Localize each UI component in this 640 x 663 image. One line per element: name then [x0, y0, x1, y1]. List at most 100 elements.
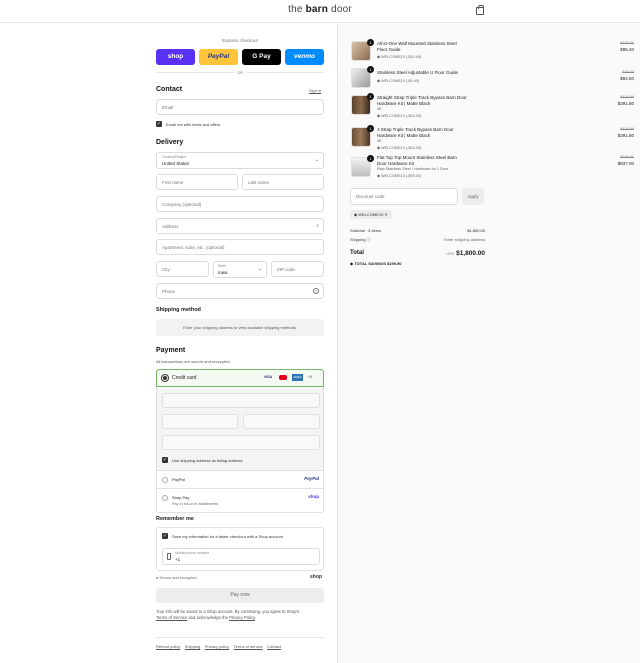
company-field[interactable]: Company (optional) [156, 196, 324, 212]
discount-code-field[interactable]: Discount code [350, 188, 458, 205]
newsletter-label: Email me with news and offers [166, 122, 221, 127]
zip-field[interactable]: ZIP code [271, 261, 324, 277]
state-select[interactable]: State Iowa ⌄ [213, 261, 267, 278]
mastercard-icon: MC [279, 375, 287, 380]
total-label: Total [350, 250, 364, 256]
terms-of-service-link[interactable]: Terms of Service [156, 615, 187, 620]
subtotal-label: Subtotal · 5 items [350, 228, 382, 233]
security-code-field[interactable] [243, 414, 320, 429]
paypal-option[interactable]: PayPal PayPal [156, 471, 324, 489]
cart-item: 1 J-Strap Triple Track Bypass Barn Door … [351, 125, 640, 157]
paypal-radio [162, 477, 168, 483]
apartment-field[interactable]: Apartment, suite, etc. (optional) [156, 239, 324, 255]
shipping-link[interactable]: Shipping [185, 644, 201, 649]
footer-links: Refund policy Shipping Privacy policy Te… [156, 644, 281, 649]
paypal-logo: PayPal [304, 476, 319, 481]
delivery-heading: Delivery [156, 139, 184, 146]
billing-same-checkbox[interactable]: ✓ [162, 457, 168, 463]
contact-link[interactable]: Contact [267, 644, 281, 649]
original-price: $930.00 [620, 155, 634, 159]
shipping-method-message: Enter your shipping address to view avai… [156, 319, 324, 336]
subtotal-value: $1,800.00 [467, 228, 485, 233]
store-logo[interactable]: the barn door [0, 4, 640, 15]
address-field[interactable]: Address ⌕ [156, 218, 324, 234]
legal-text: Your info will be saved to a Shop accoun… [156, 609, 300, 620]
variant-label: Raw Stainless Steel / Hardware for 1 Doo… [377, 167, 449, 171]
shop-pay-radio [162, 495, 168, 501]
chevron-down-icon: ⌄ [257, 266, 262, 272]
card-details-panel: ✓ Use shipping address as billing addres… [156, 387, 324, 471]
privacy-policy-link[interactable]: Privacy Policy [229, 615, 255, 620]
tag-icon: ◆ [377, 146, 380, 150]
quantity-badge: 1 [367, 155, 374, 162]
phone-icon [167, 553, 171, 560]
discount-line: ◆ WELCOME10 (-$43.49) [377, 146, 422, 150]
product-image: 1 [351, 93, 374, 115]
save-info-label: Save my information for a faster checkou… [172, 534, 283, 539]
discount-line: ◆ WELCOME10 (-$43.49) [377, 114, 422, 118]
product-image: 1 [351, 39, 374, 61]
city-field[interactable]: City [156, 261, 209, 277]
product-image: 1 [351, 66, 374, 88]
original-price: $94.00 [622, 70, 634, 74]
cart-item: 1 Stainless Steel Adjustable U Floor Gui… [351, 66, 640, 93]
shopping-bag-icon[interactable] [476, 5, 484, 15]
apply-button[interactable]: Apply [462, 188, 484, 205]
remove-discount-icon[interactable]: ✕ [384, 212, 387, 217]
sign-in-link[interactable]: Sign in [309, 88, 321, 93]
product-name: Stainless Steel Adjustable U Floor Guide [377, 70, 459, 75]
phone-field[interactable]: Phone? [156, 283, 324, 299]
last-name-field[interactable]: Last name [242, 174, 324, 190]
shipping-value: Enter shipping address [444, 237, 485, 242]
email-field[interactable]: Email [156, 99, 324, 115]
product-name: J-Strap Triple Track Bypass Barn Door Ha… [377, 127, 454, 138]
more-cards-badge: +5 [308, 375, 312, 379]
shop-pay-option[interactable]: Shop Pay Pay in full or in installments … [156, 489, 324, 513]
lock-icon: ● [156, 576, 159, 580]
secure-label: ● Secure and encrypted [156, 576, 197, 580]
quantity-badge: 1 [367, 125, 374, 132]
product-image: 1 [351, 155, 374, 177]
shop-pay-button[interactable]: shop [156, 49, 195, 65]
contact-heading: Contact [156, 86, 183, 93]
newsletter-checkbox[interactable]: ✓ [156, 121, 162, 127]
product-name: Flat Top Top Mount Stainless Steel Barn … [377, 155, 457, 166]
item-price: $95.40 [620, 47, 634, 52]
card-number-field[interactable] [162, 393, 320, 408]
tag-icon: ◆ [377, 79, 380, 83]
country-select[interactable]: Country/Region United States ⌄ [156, 152, 324, 169]
save-info-checkbox[interactable]: ✓ [162, 533, 168, 539]
total-savings: ◆ TOTAL SAVINGS $199.90 [350, 261, 402, 266]
applied-discount-tag: ◆ WELCOME10 ✕ [350, 210, 392, 219]
visa-icon: VISA [264, 375, 273, 379]
original-price: $434.99 [620, 127, 634, 131]
name-on-card-field[interactable] [162, 435, 320, 450]
quantity-badge: 1 [367, 93, 374, 100]
expiration-field[interactable] [162, 414, 238, 429]
pay-now-button[interactable]: Pay now [156, 588, 324, 603]
cart-item: 1 Flat Top Top Mount Stainless Steel Bar… [351, 155, 640, 187]
venmo-button[interactable]: venmo [285, 49, 324, 65]
credit-card-option[interactable]: Credit card VISA MC AMEX +5 [156, 369, 324, 387]
mobile-phone-field[interactable]: Mobile phone number +1 [162, 548, 320, 565]
tag-icon: ◆ [377, 174, 380, 178]
footer-divider [156, 637, 324, 638]
privacy-policy-footer-link[interactable]: Privacy policy [205, 644, 229, 649]
shipping-label: Shipping ⓘ [350, 237, 371, 242]
item-price: $84.60 [620, 76, 634, 81]
item-price: $391.50 [617, 133, 634, 138]
quantity-badge: 1 [367, 66, 374, 73]
shop-logo-small: shop [310, 574, 322, 580]
paypal-button[interactable]: PayPal [199, 49, 238, 65]
terms-of-service-footer-link[interactable]: Terms of service [234, 644, 263, 649]
payment-heading: Payment [156, 347, 186, 354]
original-price: $105.00 [620, 41, 634, 45]
quantity-badge: 1 [367, 39, 374, 46]
google-pay-button[interactable]: G Pay [242, 49, 281, 65]
tag-icon: ◆ [377, 114, 380, 118]
remember-me-panel: ✓ Save my information for a faster check… [156, 527, 324, 571]
express-checkout-label: Express checkout [222, 38, 258, 43]
first-name-field[interactable]: First name [156, 174, 238, 190]
shipping-method-heading: Shipping method [156, 307, 201, 313]
refund-policy-link[interactable]: Refund policy [156, 644, 180, 649]
